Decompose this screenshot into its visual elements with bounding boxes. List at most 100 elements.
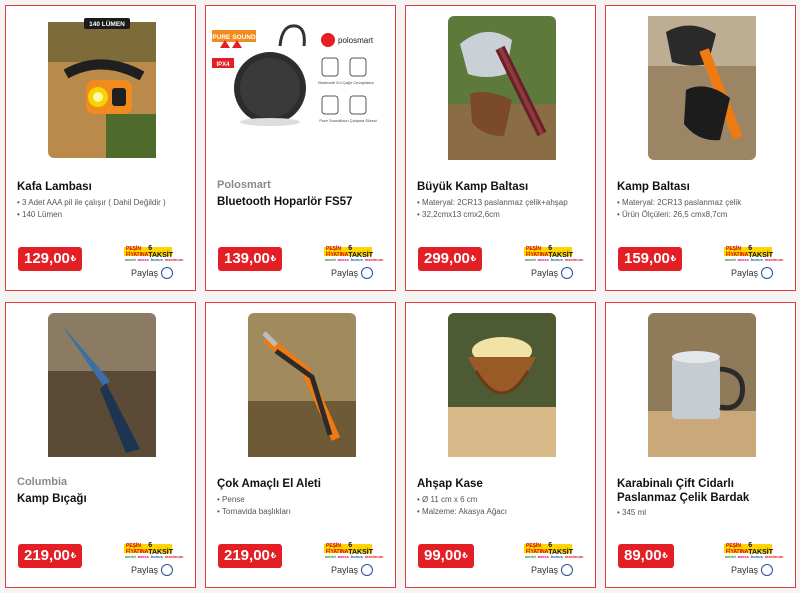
product-features: Materyal: 2CR13 paslanmaz çelik Ürün Ölç… xyxy=(617,197,789,221)
share-radio-icon[interactable] xyxy=(161,267,174,279)
share-label: Paylaş xyxy=(331,268,359,278)
product-card-large-axe[interactable]: Büyük Kamp Baltası Materyal: 2CR13 pasla… xyxy=(405,5,596,291)
installment-label: PEŞİN FİYATINA xyxy=(526,542,549,555)
share-button[interactable]: Paylaş xyxy=(731,564,774,576)
multi-tool-image[interactable] xyxy=(246,311,358,459)
product-card-bowl[interactable]: Ahşap Kase Ø 11 cm x 6 cm Malzeme: Akasy… xyxy=(405,302,596,588)
installment-badge: PEŞİN FİYATINA 6 TAKSİT world axess bonus ma… xyxy=(324,245,383,263)
currency-symbol: ₺ xyxy=(670,254,676,263)
installment-label: PEŞİN FİYATINA xyxy=(126,542,149,555)
share-button[interactable]: Paylaş xyxy=(331,267,374,279)
share-radio-icon[interactable] xyxy=(761,564,774,576)
product-features: Materyal: 2CR13 paslanmaz çelik+ahşap 32… xyxy=(417,197,589,221)
head-lamp-image[interactable]: 140 LÜMEN xyxy=(46,14,158,162)
camp-axe-large-image[interactable] xyxy=(446,14,558,162)
image-badge-lumen: 140 LÜMEN xyxy=(89,19,125,28)
price-badge: 159,00₺ xyxy=(618,247,682,271)
product-card-multitool[interactable]: Çok Amaçlı El Aleti Pense Tornavida başl… xyxy=(205,302,396,588)
share-label: Paylaş xyxy=(131,565,159,575)
currency-symbol: ₺ xyxy=(470,254,476,263)
image-icon-label: Pure Sound xyxy=(319,118,340,123)
share-button[interactable]: Paylaş xyxy=(531,267,574,279)
product-title[interactable]: Büyük Kamp Baltası xyxy=(417,180,587,194)
image-badge-pure-sound: PURE SOUND xyxy=(212,34,256,41)
card-maximum: maximum xyxy=(164,554,184,559)
share-label: Paylaş xyxy=(731,268,759,278)
currency-symbol: ₺ xyxy=(270,254,276,263)
card-bonus: bonus xyxy=(350,554,363,559)
feature-item: Malzeme: Akasya Ağacı xyxy=(417,506,589,518)
feature-item: 32,2cmx13 cmx2,6cm xyxy=(417,209,589,221)
product-card-head-lamp[interactable]: 140 LÜMEN Kafa Lambası 3 Adet AAA pil il… xyxy=(5,5,196,291)
product-title[interactable]: Kamp Bıçağı xyxy=(17,492,187,506)
installment-label: PEŞİN FİYATINA xyxy=(326,542,349,555)
feature-item: 3 Adet AAA pil ile çalışır ( Dahil Değil… xyxy=(17,197,189,209)
card-world: world xyxy=(725,257,736,262)
product-title[interactable]: Bluetooth Hoparlör FS57 xyxy=(217,195,387,209)
share-button[interactable]: Paylaş xyxy=(131,564,174,576)
share-button[interactable]: Paylaş xyxy=(731,267,774,279)
image-logo-polosmart: polosmart xyxy=(338,36,374,45)
camp-knife-image[interactable] xyxy=(46,311,158,459)
share-button[interactable]: Paylaş xyxy=(531,564,574,576)
price-badge: 219,00₺ xyxy=(218,544,282,568)
steel-mug-image[interactable] xyxy=(646,311,758,459)
product-title[interactable]: Kafa Lambası xyxy=(17,180,187,194)
card-maximum: maximum xyxy=(564,554,584,559)
card-maximum: maximum xyxy=(564,257,584,262)
feature-item: Materyal: 2CR13 paslanmaz çelik xyxy=(617,197,789,209)
product-features: 345 ml xyxy=(617,507,789,519)
card-bonus: bonus xyxy=(350,257,363,262)
installment-badge: PEŞİN FİYATINA 6 TAKSİT world axess bonus ma… xyxy=(124,245,183,263)
card-bonus: bonus xyxy=(750,554,763,559)
product-title[interactable]: Ahşap Kase xyxy=(417,477,587,491)
card-bonus: bonus xyxy=(550,554,563,559)
installment-badge: PEŞİN FİYATINA 6 TAKSİT world axess bonus ma… xyxy=(124,542,183,560)
feature-item: Ø 11 cm x 6 cm xyxy=(417,494,589,506)
share-radio-icon[interactable] xyxy=(561,564,574,576)
camp-axe-image[interactable] xyxy=(646,14,758,162)
share-label: Paylaş xyxy=(331,565,359,575)
card-maximum: maximum xyxy=(364,257,384,262)
feature-item: Tornavida başlıkları xyxy=(217,506,389,518)
installment-label: PEŞİN FİYATINA xyxy=(726,542,749,555)
product-card-speaker[interactable]: PURE SOUND IPX4 polosmart Bluetooth 5.0 … xyxy=(205,5,396,291)
share-label: Paylaş xyxy=(731,565,759,575)
share-label: Paylaş xyxy=(131,268,159,278)
product-brand: Columbia xyxy=(17,476,68,488)
share-label: Paylaş xyxy=(531,565,559,575)
share-label: Paylaş xyxy=(531,268,559,278)
image-icon-label: Bluetooth 5.0 xyxy=(318,80,342,85)
product-card-mug[interactable]: Karabinalı Çift Cidarlı Paslanmaz Çelik … xyxy=(605,302,796,588)
price-value: 129,00 xyxy=(24,250,70,267)
product-title[interactable]: Karabinalı Çift Cidarlı Paslanmaz Çelik … xyxy=(617,477,787,505)
feature-item: Ürün Ölçüleri: 26,5 cmx8,7cm xyxy=(617,209,789,221)
card-world: world xyxy=(525,554,536,559)
bluetooth-speaker-image[interactable]: PURE SOUND IPX4 polosmart Bluetooth 5.0 … xyxy=(210,16,394,166)
share-radio-icon[interactable] xyxy=(361,564,374,576)
card-axess: axess xyxy=(337,257,349,262)
card-bonus: bonus xyxy=(150,257,163,262)
product-card-axe[interactable]: Kamp Baltası Materyal: 2CR13 paslanmaz ç… xyxy=(605,5,796,291)
product-title[interactable]: Çok Amaçlı El Aleti xyxy=(217,477,387,491)
share-radio-icon[interactable] xyxy=(161,564,174,576)
feature-item: Pense xyxy=(217,494,389,506)
card-world: world xyxy=(525,257,536,262)
card-maximum: maximum xyxy=(764,554,784,559)
price-badge: 299,00₺ xyxy=(418,247,482,271)
installment-label: PEŞİN FİYATINA xyxy=(126,245,149,258)
card-axess: axess xyxy=(337,554,349,559)
card-axess: axess xyxy=(737,554,749,559)
share-button[interactable]: Paylaş xyxy=(331,564,374,576)
share-button[interactable]: Paylaş xyxy=(131,267,174,279)
product-brand: Polosmart xyxy=(217,179,271,191)
share-radio-icon[interactable] xyxy=(561,267,574,279)
price-value: 159,00 xyxy=(624,250,670,267)
image-icon-label: Çağrı Cevaplama xyxy=(342,80,374,85)
product-card-knife[interactable]: Columbia Kamp Bıçağı 219,00₺ PEŞİN FİYAT… xyxy=(5,302,196,588)
share-radio-icon[interactable] xyxy=(361,267,374,279)
product-title[interactable]: Kamp Baltası xyxy=(617,180,787,194)
card-maximum: maximum xyxy=(764,257,784,262)
wooden-bowl-image[interactable] xyxy=(446,311,558,459)
share-radio-icon[interactable] xyxy=(761,267,774,279)
